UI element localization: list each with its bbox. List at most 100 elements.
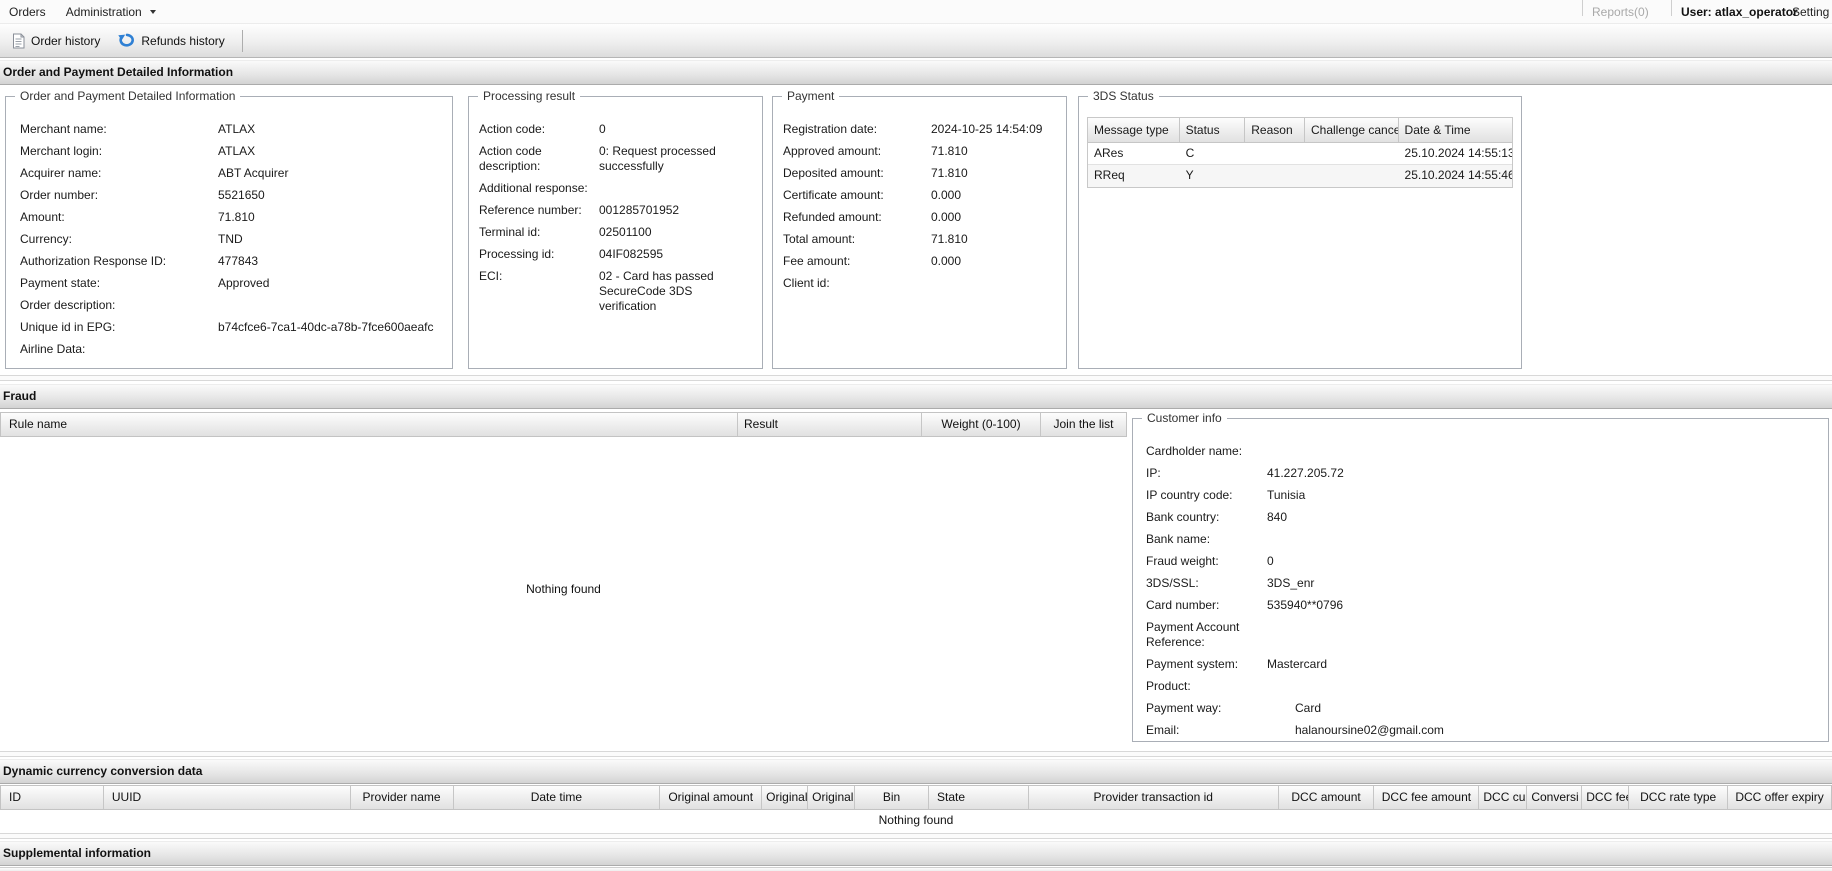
section-divider bbox=[0, 375, 1832, 381]
customer-info-panel: Customer info Cardholder name: IP: 41.227… bbox=[1132, 411, 1829, 742]
field-value bbox=[1267, 444, 1567, 459]
cell-message-type: RReq bbox=[1094, 168, 1125, 182]
menu-orders[interactable]: Orders bbox=[0, 0, 56, 24]
field-label: Payment state: bbox=[20, 276, 101, 290]
field-fraud-weight: Fraud weight: 0 bbox=[1133, 551, 1828, 573]
column-header-rule-name: Rule name bbox=[1, 413, 738, 436]
fraud-empty-message: Nothing found bbox=[526, 582, 601, 596]
cell-status: C bbox=[1185, 146, 1195, 160]
field-fee-amount: Fee amount: 0.000 bbox=[773, 251, 1066, 273]
refunds-history-label: Refunds history bbox=[141, 33, 225, 48]
field-deposited-amount: Deposited amount: 71.810 bbox=[773, 163, 1066, 185]
field-label: Certificate amount: bbox=[783, 188, 884, 202]
field-label: Processing id: bbox=[479, 247, 555, 261]
menu-settings[interactable]: Setting bbox=[1792, 0, 1832, 24]
field-label: Currency: bbox=[20, 232, 73, 246]
column-header-date-time: Date time bbox=[454, 786, 661, 809]
order-details-panel: Order and Payment Detailed Information M… bbox=[5, 89, 453, 369]
field-label: Acquirer name: bbox=[20, 166, 102, 180]
field-value bbox=[218, 342, 440, 357]
dcc-empty-message: Nothing found bbox=[878, 813, 954, 827]
order-details-legend: Order and Payment Detailed Information bbox=[15, 89, 241, 103]
column-header-original-fee: Original f bbox=[762, 786, 809, 809]
field-value bbox=[599, 181, 751, 196]
field-value: 477843 bbox=[218, 254, 259, 268]
column-header: Status bbox=[1180, 118, 1246, 142]
column-header-uuid: UUID bbox=[104, 786, 351, 809]
column-header-original-amount: Original amount bbox=[660, 786, 763, 809]
field-currency: Currency: TND bbox=[6, 229, 452, 251]
cell-datetime: 25.10.2024 14:55:13 bbox=[1404, 146, 1512, 160]
column-header-dcc-offer-expiry: DCC offer expiry bbox=[1735, 790, 1824, 804]
field-auth-response-id: Authorization Response ID: 477843 bbox=[6, 251, 452, 273]
field-refunded-amount: Refunded amount: 0.000 bbox=[773, 207, 1066, 229]
field-value: TND bbox=[218, 232, 243, 246]
column-header-bin: Bin bbox=[855, 786, 929, 809]
field-additional-response: Additional response: bbox=[469, 178, 762, 200]
field-label: Payment system: bbox=[1146, 657, 1239, 671]
field-label: Airline Data: bbox=[20, 342, 86, 356]
field-payment-system: Payment system: Mastercard bbox=[1133, 654, 1828, 676]
field-label: Authorization Response ID: bbox=[20, 254, 167, 268]
column-header-dcc-amount: DCC amount bbox=[1279, 786, 1375, 809]
field-label: ECI: bbox=[479, 269, 503, 283]
payment-fields: Registration date: 2024-10-25 14:54:09 Ap… bbox=[773, 119, 1066, 295]
field-label: Merchant name: bbox=[20, 122, 107, 136]
menu-administration[interactable]: Administration bbox=[56, 0, 166, 24]
field-label: IP country code: bbox=[1146, 488, 1233, 502]
field-value bbox=[1267, 532, 1567, 547]
menu-administration-label: Administration bbox=[65, 4, 142, 19]
field-value: Card bbox=[1295, 701, 1322, 715]
toolbar-separator bbox=[241, 29, 243, 52]
dcc-table-header: ID UUID Provider name Date time Original… bbox=[0, 785, 1832, 810]
column-header-weight: Weight (0-100) bbox=[922, 413, 1041, 436]
field-label: Terminal id: bbox=[479, 225, 541, 239]
cell-status: Y bbox=[1185, 168, 1194, 182]
column-header-join-the-list: Join the list bbox=[1053, 417, 1114, 431]
field-value: 71.810 bbox=[218, 210, 255, 224]
column-header: Reason bbox=[1245, 118, 1305, 142]
field-processing-id: Processing id: 04IF082595 bbox=[469, 244, 762, 266]
column-header-dcc-currency: DCC curr bbox=[1479, 786, 1528, 809]
field-approved-amount: Approved amount: 71.810 bbox=[773, 141, 1066, 163]
section-header-fraud: Fraud bbox=[0, 384, 1832, 409]
tds-status-table-header: Message type Status Reason Challenge can… bbox=[1088, 118, 1512, 143]
cell-datetime: 25.10.2024 14:55:46 bbox=[1404, 168, 1512, 182]
field-label: Fee amount: bbox=[783, 254, 851, 268]
refunds-history-button[interactable]: Refunds history bbox=[109, 29, 233, 52]
field-label: Amount: bbox=[20, 210, 65, 224]
customer-info-fields: Cardholder name: IP: 41.227.205.72 IP cou… bbox=[1133, 441, 1828, 742]
cell-reason bbox=[1245, 143, 1305, 164]
field-ip: IP: 41.227.205.72 bbox=[1133, 463, 1828, 485]
field-email: Email: halanoursine02@gmail.com bbox=[1133, 720, 1828, 742]
column-header-id: ID bbox=[1, 786, 104, 809]
field-value bbox=[218, 298, 440, 313]
field-value: 5521650 bbox=[218, 188, 265, 202]
chevron-down-icon bbox=[150, 10, 157, 15]
field-label: Client id: bbox=[783, 276, 830, 290]
field-value: 2024-10-25 14:54:09 bbox=[931, 122, 1043, 136]
table-row: ARes C 25.10.2024 14:55:13 bbox=[1088, 143, 1512, 165]
table-row: RReq Y 25.10.2024 14:55:46 bbox=[1088, 165, 1512, 187]
field-order-number: Order number: 5521650 bbox=[6, 185, 452, 207]
field-value: 0.000 bbox=[931, 254, 962, 268]
field-value: halanoursine02@gmail.com bbox=[1295, 723, 1444, 737]
tds-status-table: Message type Status Reason Challenge can… bbox=[1087, 117, 1513, 188]
field-label: Deposited amount: bbox=[783, 166, 884, 180]
field-eci: ECI: 02 - Card has passed SecureCode 3DS … bbox=[469, 266, 762, 318]
field-value: 0 bbox=[1267, 554, 1274, 568]
cell-message-type: ARes bbox=[1094, 146, 1124, 160]
order-history-button[interactable]: Order history bbox=[3, 29, 109, 53]
cell-challenge-cancel bbox=[1305, 165, 1399, 187]
order-details-fields: Merchant name: ATLAX Merchant login: ATLAX… bbox=[6, 119, 452, 361]
field-label: Action code: bbox=[479, 122, 546, 136]
menubar-separator bbox=[1671, 0, 1672, 16]
menu-reports[interactable]: Reports(0) bbox=[1592, 0, 1649, 24]
field-label: Refunded amount: bbox=[783, 210, 882, 224]
field-label: Approved amount: bbox=[783, 144, 882, 158]
column-header-state: State bbox=[929, 786, 1029, 809]
field-amount: Amount: 71.810 bbox=[6, 207, 452, 229]
section-divider bbox=[0, 751, 1832, 757]
column-header-dcc-fee: DCC fee bbox=[1582, 786, 1630, 809]
field-label: Order number: bbox=[20, 188, 99, 202]
